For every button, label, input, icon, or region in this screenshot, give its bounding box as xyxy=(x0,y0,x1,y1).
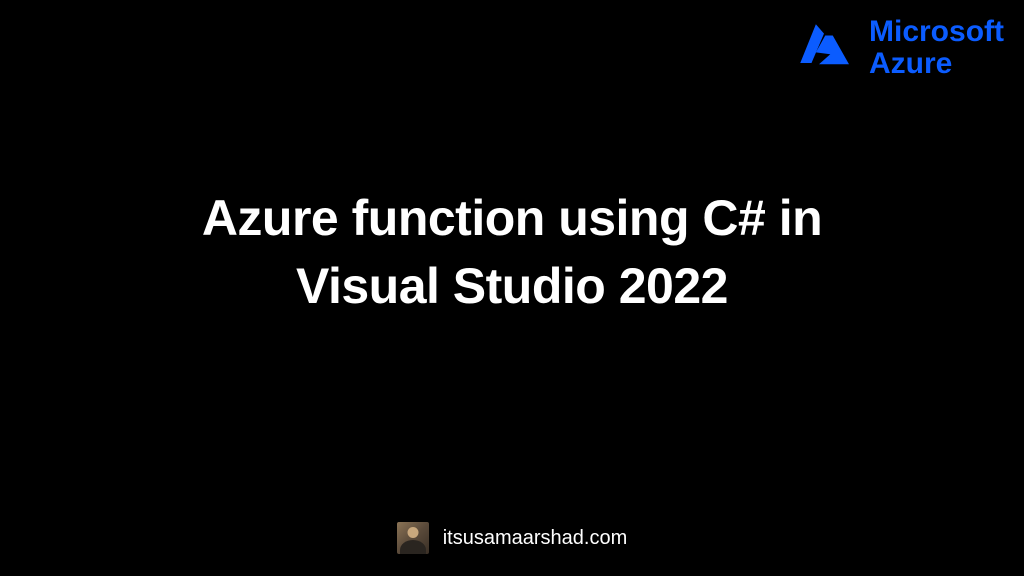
logo-line1: Microsoft xyxy=(869,16,1004,48)
website-text: itsusamaarshad.com xyxy=(443,527,628,550)
page-title: Azure function using C# in Visual Studio… xyxy=(0,185,1024,320)
azure-logo: Microsoft Azure xyxy=(789,16,1004,79)
azure-text: Microsoft Azure xyxy=(869,16,1004,79)
azure-icon xyxy=(789,18,859,78)
avatar xyxy=(397,522,429,554)
footer: itsusamaarshad.com xyxy=(0,522,1024,554)
logo-line2: Azure xyxy=(869,48,1004,80)
title-line1: Azure function using C# in xyxy=(0,185,1024,253)
title-line2: Visual Studio 2022 xyxy=(0,253,1024,321)
